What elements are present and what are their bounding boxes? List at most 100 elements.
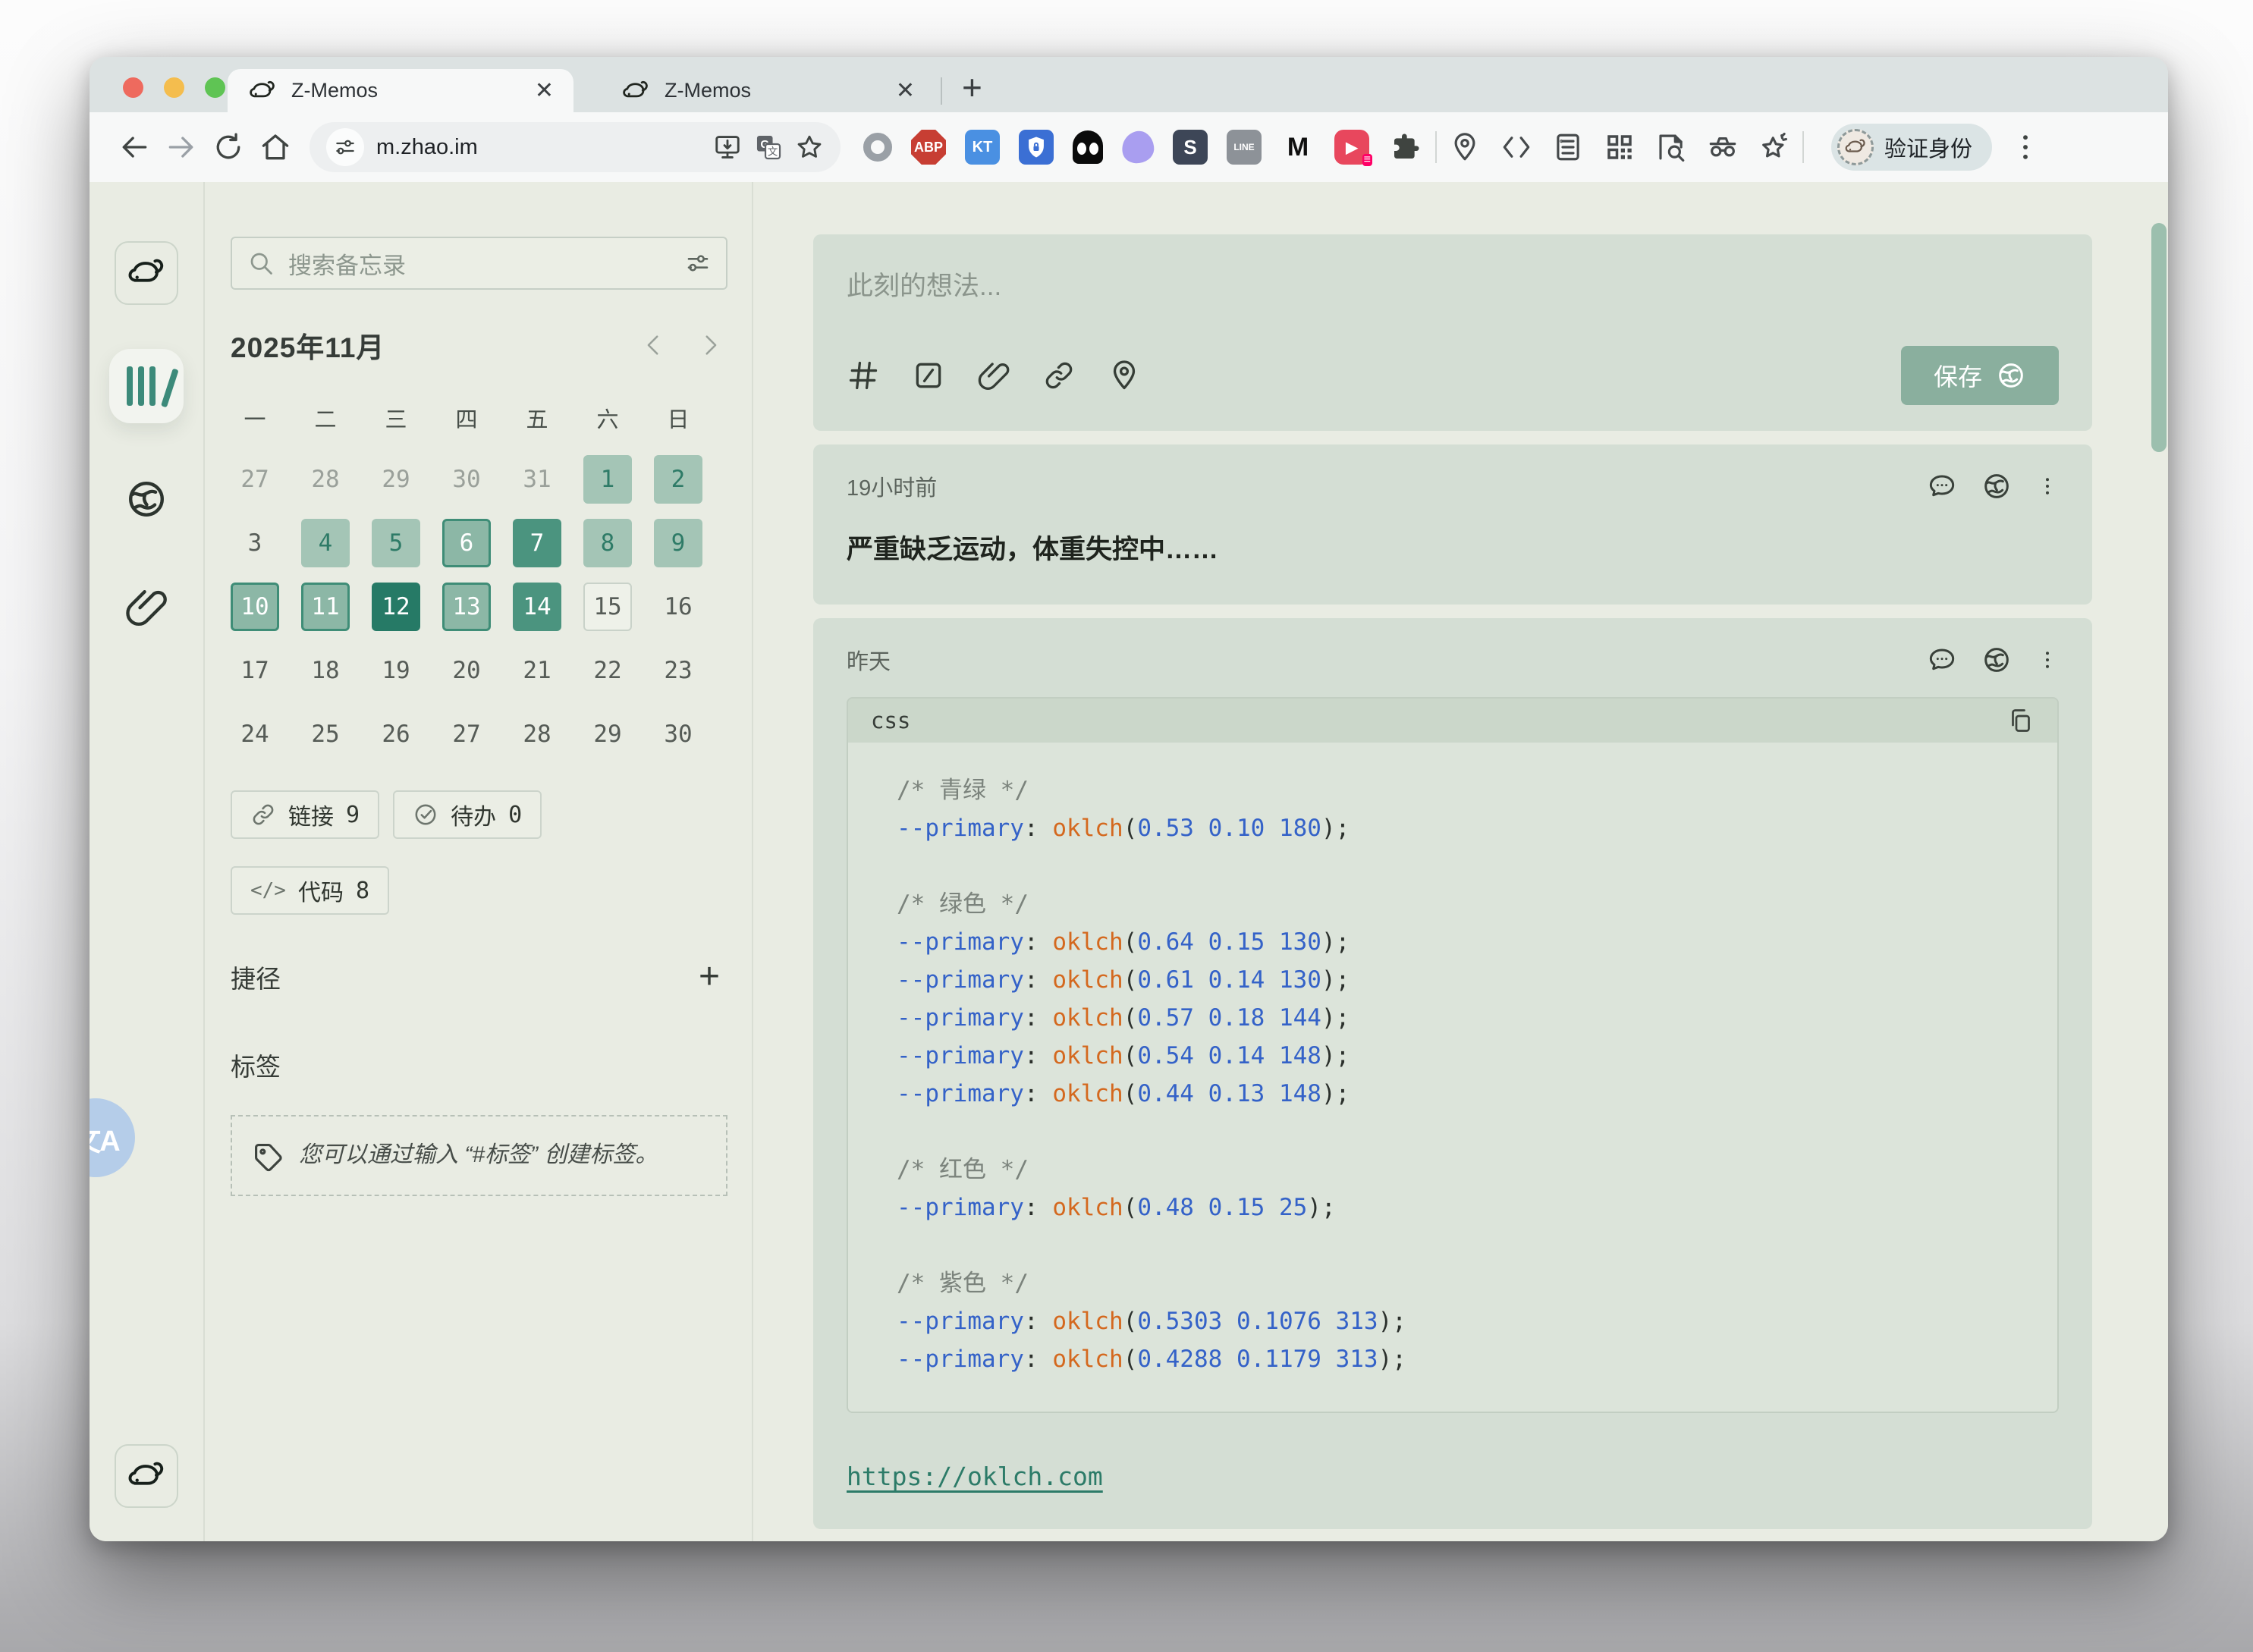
calendar-day[interactable]: 25 bbox=[301, 710, 350, 758]
nav-memos-library-button[interactable] bbox=[109, 349, 184, 423]
calendar-day[interactable]: 30 bbox=[654, 710, 702, 758]
calendar-day[interactable]: 1 bbox=[583, 455, 632, 504]
nav-explore-globe-button[interactable] bbox=[115, 467, 178, 531]
close-window-button[interactable] bbox=[123, 77, 143, 98]
adblock-plus-icon[interactable]: ABP bbox=[911, 130, 946, 165]
calendar-day[interactable]: 23 bbox=[654, 646, 702, 695]
visibility-globe-icon[interactable] bbox=[1981, 645, 2012, 675]
calendar-day[interactable]: 11 bbox=[301, 583, 350, 631]
code-brackets-icon[interactable] bbox=[1500, 131, 1532, 163]
address-bar[interactable]: m.zhao.im G文 bbox=[310, 122, 841, 172]
calendar-day[interactable]: 28 bbox=[301, 455, 350, 504]
site-settings-icon[interactable] bbox=[326, 128, 364, 166]
tab-z-memos-1[interactable]: Z-Memos ✕ bbox=[228, 69, 573, 112]
calendar-day[interactable]: 2 bbox=[654, 455, 702, 504]
new-tab-button[interactable]: + bbox=[962, 67, 982, 108]
add-shortcut-button[interactable]: + bbox=[699, 966, 720, 988]
memo-link[interactable]: https://oklch.com bbox=[847, 1462, 1103, 1491]
calendar-day[interactable]: 20 bbox=[442, 646, 491, 695]
calendar-day[interactable]: 4 bbox=[301, 519, 350, 567]
minimize-window-button[interactable] bbox=[164, 77, 184, 98]
home-button[interactable] bbox=[252, 130, 299, 164]
tab-close-icon[interactable]: ✕ bbox=[896, 77, 915, 104]
calendar-day[interactable]: 7 bbox=[513, 519, 561, 567]
translate-page-icon[interactable]: G文 bbox=[754, 133, 783, 162]
search-input[interactable]: 搜索备忘录 bbox=[231, 237, 727, 290]
calendar-day[interactable]: 10 bbox=[231, 583, 279, 631]
calendar-day[interactable]: 29 bbox=[583, 710, 632, 758]
purple-ghost-icon[interactable] bbox=[1120, 129, 1155, 165]
maximize-window-button[interactable] bbox=[205, 77, 225, 98]
calendar-day[interactable]: 22 bbox=[583, 646, 632, 695]
tab-z-memos-2[interactable]: Z-Memos ✕ bbox=[601, 69, 935, 112]
kt-extension-icon[interactable]: KT bbox=[965, 130, 1000, 165]
dark-ghost-icon[interactable] bbox=[1073, 130, 1103, 164]
ring-extension-icon[interactable] bbox=[863, 133, 892, 162]
calendar-day[interactable]: 18 bbox=[301, 646, 350, 695]
calendar-day[interactable]: 15 bbox=[583, 583, 632, 631]
calendar-day[interactable]: 27 bbox=[442, 710, 491, 758]
privacy-shield-icon[interactable] bbox=[1019, 130, 1054, 165]
memo-menu-icon[interactable] bbox=[2036, 471, 2059, 501]
incognito-icon[interactable] bbox=[1707, 131, 1739, 163]
calendar-day[interactable]: 28 bbox=[513, 710, 561, 758]
qr-code-icon[interactable] bbox=[1604, 131, 1636, 163]
install-app-icon[interactable] bbox=[713, 133, 742, 162]
calendar-prev-button[interactable] bbox=[641, 332, 667, 358]
location-pin-icon[interactable] bbox=[1449, 131, 1481, 163]
calendar-day[interactable]: 27 bbox=[231, 455, 279, 504]
calendar-day[interactable]: 30 bbox=[442, 455, 491, 504]
calendar-day[interactable]: 8 bbox=[583, 519, 632, 567]
links-stat-chip[interactable]: 链接9 bbox=[231, 790, 379, 839]
favorites-sparkle-icon[interactable] bbox=[1758, 131, 1790, 163]
reading-list-icon[interactable] bbox=[1552, 131, 1584, 163]
calendar-next-button[interactable] bbox=[697, 332, 723, 358]
tab-close-icon[interactable]: ✕ bbox=[535, 77, 554, 104]
bottom-mouse-button[interactable] bbox=[115, 1444, 178, 1508]
visibility-globe-icon[interactable] bbox=[1981, 471, 2012, 501]
browser-menu-button[interactable] bbox=[2009, 130, 2042, 164]
calendar-day[interactable]: 19 bbox=[372, 646, 420, 695]
back-button[interactable] bbox=[111, 130, 158, 164]
code-stat-chip[interactable]: </> 代码8 bbox=[231, 866, 389, 915]
calendar-day[interactable]: 26 bbox=[372, 710, 420, 758]
hashtag-icon[interactable] bbox=[847, 359, 880, 392]
nav-attachments-button[interactable] bbox=[115, 575, 178, 639]
calendar-day[interactable]: 3 bbox=[231, 519, 279, 567]
comment-icon[interactable] bbox=[1927, 645, 1957, 675]
app-logo-mouse-button[interactable] bbox=[115, 241, 178, 305]
calendar-day[interactable]: 5 bbox=[372, 519, 420, 567]
bookmark-star-icon[interactable] bbox=[795, 133, 824, 162]
insert-link-icon[interactable] bbox=[1042, 359, 1076, 392]
forward-button[interactable] bbox=[158, 130, 205, 164]
reload-button[interactable] bbox=[205, 130, 252, 164]
calendar-day[interactable]: 6 bbox=[442, 519, 491, 567]
calendar-day[interactable]: 13 bbox=[442, 583, 491, 631]
line-messenger-icon[interactable]: LINE bbox=[1227, 130, 1262, 165]
memo-composer-card[interactable]: 此刻的想法... 保存 bbox=[813, 234, 2092, 431]
todo-checkbox-icon[interactable] bbox=[912, 359, 945, 392]
search-page-icon[interactable] bbox=[1655, 131, 1687, 163]
todo-stat-chip[interactable]: 待办0 bbox=[393, 790, 542, 839]
video-downloader-icon[interactable]: ▶ bbox=[1334, 130, 1369, 165]
save-button[interactable]: 保存 bbox=[1901, 346, 2059, 405]
scrollbar-thumb[interactable] bbox=[2151, 223, 2167, 452]
calendar-day[interactable]: 14 bbox=[513, 583, 561, 631]
attach-file-icon[interactable] bbox=[977, 359, 1010, 392]
comment-icon[interactable] bbox=[1927, 471, 1957, 501]
profile-button[interactable]: 验证身份 bbox=[1831, 124, 1992, 171]
copy-code-button[interactable] bbox=[2007, 707, 2035, 734]
s-extension-icon[interactable]: S bbox=[1173, 130, 1208, 165]
calendar-day[interactable]: 31 bbox=[513, 455, 561, 504]
memo-menu-icon[interactable] bbox=[2036, 645, 2059, 675]
extensions-puzzle-icon[interactable] bbox=[1388, 130, 1423, 165]
location-icon[interactable] bbox=[1108, 359, 1141, 392]
search-filter-icon[interactable] bbox=[685, 250, 711, 276]
calendar-day[interactable]: 16 bbox=[654, 583, 702, 631]
calendar-day[interactable]: 21 bbox=[513, 646, 561, 695]
calendar-day[interactable]: 9 bbox=[654, 519, 702, 567]
calendar-day[interactable]: 29 bbox=[372, 455, 420, 504]
calendar-day[interactable]: 17 bbox=[231, 646, 279, 695]
markdown-tool-icon[interactable]: M bbox=[1280, 130, 1315, 165]
calendar-day[interactable]: 12 bbox=[372, 583, 420, 631]
